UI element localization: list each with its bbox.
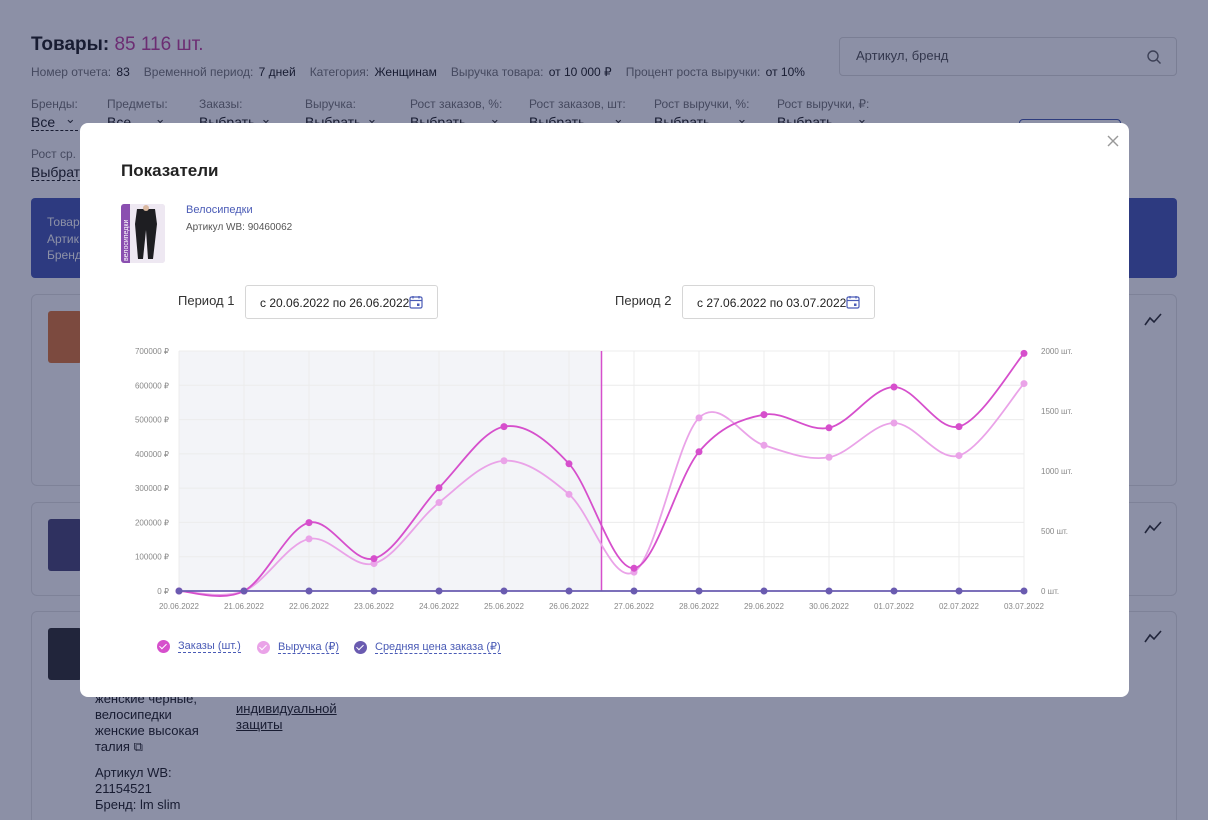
- checkbox-checked-icon[interactable]: [354, 640, 367, 654]
- data-point: [305, 519, 313, 527]
- data-point: [500, 587, 508, 595]
- data-point: [305, 535, 313, 543]
- data-point: [500, 457, 508, 465]
- calendar-icon[interactable]: [846, 295, 860, 309]
- x-tick-label: 25.06.2022: [484, 602, 525, 611]
- checkbox-checked-icon[interactable]: [157, 640, 170, 653]
- x-tick-label: 02.07.2022: [939, 602, 980, 611]
- x-tick-label: 23.06.2022: [354, 602, 395, 611]
- y-right-tick-label: 500 шт.: [1041, 527, 1068, 536]
- data-point: [435, 484, 443, 492]
- y-left-tick-label: 300000 ₽: [135, 484, 169, 493]
- x-tick-label: 01.07.2022: [874, 602, 915, 611]
- data-point: [695, 414, 703, 422]
- data-point: [825, 453, 833, 461]
- data-point: [1020, 587, 1028, 595]
- data-point: [825, 424, 833, 432]
- data-point: [1020, 380, 1028, 388]
- period1-date-picker[interactable]: с 20.06.2022 по 26.06.2022: [245, 285, 438, 319]
- checkbox-checked-icon[interactable]: [257, 640, 270, 654]
- x-tick-label: 29.06.2022: [744, 602, 785, 611]
- data-point: [305, 587, 313, 595]
- y-left-tick-label: 500000 ₽: [135, 416, 169, 425]
- data-point: [500, 423, 508, 431]
- legend-revenue[interactable]: Выручка (₽): [257, 640, 340, 654]
- indicators-modal: Показатели велосипедки Велосипедки Артик…: [80, 123, 1129, 697]
- close-icon[interactable]: [1105, 133, 1121, 149]
- calendar-icon[interactable]: [409, 295, 423, 309]
- product-name-link[interactable]: Велосипедки: [186, 204, 253, 216]
- x-tick-label: 22.06.2022: [289, 602, 330, 611]
- x-tick-label: 24.06.2022: [419, 602, 460, 611]
- data-point: [565, 587, 573, 595]
- x-tick-label: 30.06.2022: [809, 602, 850, 611]
- product-article: Артикул WB: 90460062: [186, 222, 293, 233]
- x-tick-label: 21.06.2022: [224, 602, 265, 611]
- data-point: [890, 383, 898, 391]
- data-point: [695, 587, 703, 595]
- legend-orders[interactable]: Заказы (шт.): [157, 640, 241, 653]
- period1-label: Период 1: [178, 293, 235, 308]
- data-point: [240, 587, 248, 595]
- product-image: велосипедки: [121, 204, 165, 263]
- x-tick-label: 03.07.2022: [1004, 602, 1045, 611]
- y-right-tick-label: 2000 шт.: [1041, 347, 1072, 356]
- data-point: [825, 587, 833, 595]
- y-left-tick-label: 100000 ₽: [135, 553, 169, 562]
- x-tick-label: 27.06.2022: [614, 602, 655, 611]
- data-point: [435, 499, 443, 507]
- svg-text:велосипедки: велосипедки: [123, 220, 130, 261]
- y-left-tick-label: 700000 ₽: [135, 347, 169, 356]
- y-left-tick-label: 200000 ₽: [135, 518, 169, 527]
- data-point: [1020, 349, 1028, 357]
- period2-label: Период 2: [615, 293, 672, 308]
- data-point: [630, 564, 638, 572]
- x-tick-label: 20.06.2022: [159, 602, 200, 611]
- data-point: [760, 411, 768, 419]
- y-left-tick-label: 0 ₽: [157, 587, 169, 596]
- y-right-tick-label: 0 шт.: [1041, 587, 1059, 596]
- data-point: [890, 587, 898, 595]
- data-point: [370, 587, 378, 595]
- data-point: [955, 587, 963, 595]
- y-right-tick-label: 1000 шт.: [1041, 467, 1072, 476]
- data-point: [760, 587, 768, 595]
- y-left-tick-label: 400000 ₽: [135, 450, 169, 459]
- legend-avg-order-price[interactable]: Средняя цена заказа (₽): [354, 640, 501, 654]
- data-point: [565, 460, 573, 468]
- period2-date-picker[interactable]: с 27.06.2022 по 03.07.2022: [682, 285, 875, 319]
- indicators-chart: 700000 ₽ 600000 ₽ 500000 ₽ 400000 ₽ 300000 ₽…: [135, 347, 1072, 611]
- data-point: [695, 448, 703, 456]
- data-point: [630, 587, 638, 595]
- data-point: [955, 423, 963, 431]
- data-point: [175, 587, 183, 595]
- data-point: [565, 490, 573, 498]
- data-point: [760, 441, 768, 449]
- x-tick-label: 28.06.2022: [679, 602, 720, 611]
- modal-title: Показатели: [121, 161, 219, 180]
- data-point: [955, 452, 963, 460]
- y-left-tick-label: 600000 ₽: [135, 381, 169, 390]
- data-point: [435, 587, 443, 595]
- x-tick-label: 26.06.2022: [549, 602, 590, 611]
- data-point: [370, 555, 378, 563]
- data-point: [890, 419, 898, 427]
- y-right-tick-label: 1500 шт.: [1041, 407, 1072, 416]
